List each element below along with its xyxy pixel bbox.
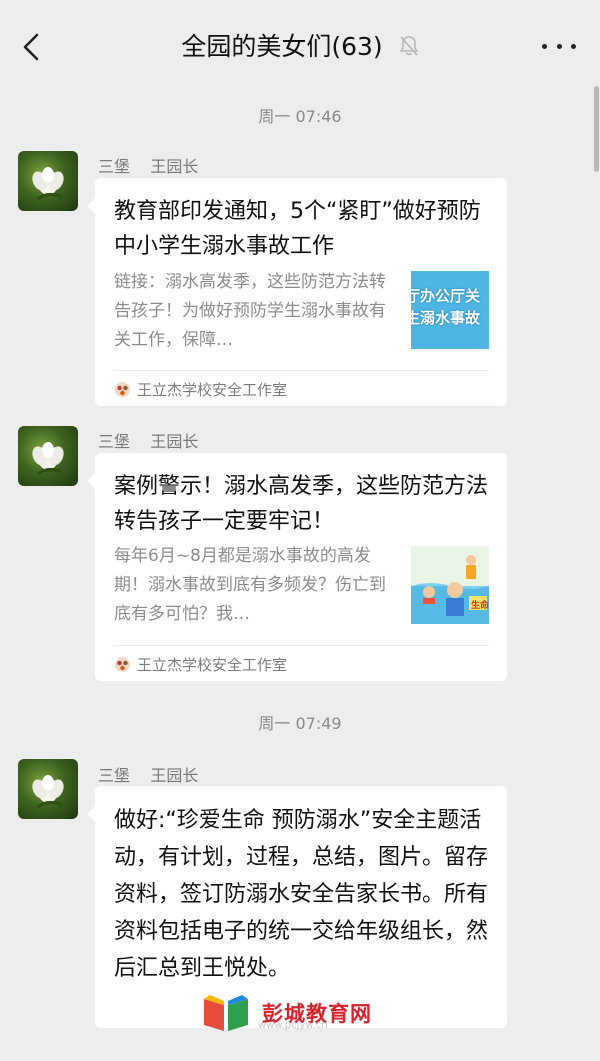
link-thumbnail: 厅办公厅关 生溺水事故 [411,271,489,349]
flower-avatar-image [32,442,64,476]
chat-title-wrap: 全园的美女们(63) [0,31,600,63]
timestamp: 周一 07:49 [258,714,342,733]
thumbnail-text: 厅办公厅关 生溺水事故 [411,287,481,327]
avatar[interactable] [18,759,78,819]
flower-avatar-image [32,167,64,201]
source-logo-icon [115,657,130,672]
open-book-logo-icon [204,995,248,1031]
sender-name: 三堡 王园长 [98,157,199,176]
chat-header: 全园的美女们(63) [0,0,600,94]
avatar[interactable] [18,151,78,211]
more-dots-icon [542,43,547,49]
sender-name: 三堡 王园长 [98,432,199,451]
drowning-safety-illustration [411,555,489,624]
link-source: 王立杰学校安全工作室 [114,379,287,400]
thumbnail-text: 生命 [471,601,489,611]
scrollbar[interactable] [594,86,599,172]
watermark: 彭城教育网 www.pcjyw.cn [200,990,400,1036]
link-card[interactable]: 案例警示！溺水高发季，这些防范方法转告孩子一定要牢记！ 每年6月~8月都是溺水事… [87,453,507,681]
timestamp: 周一 07:46 [258,107,342,126]
source-name: 王立杰学校安全工作室 [137,656,288,674]
sender-name: 三堡 王园长 [98,766,199,785]
chat-title: 全园的美女们(63) [181,32,383,61]
link-title: 教育部印发通知，5个“紧盯”做好预防中小学生溺水事故工作 [114,199,481,259]
bell-off-icon [399,36,419,56]
avatar[interactable] [18,426,78,486]
link-source: 王立杰学校安全工作室 [114,654,287,675]
link-description: 链接：溺水高发季，这些防范方法转告孩子！为做好预防学生溺水事故有关工作，保障… [114,272,386,350]
source-name: 王立杰学校安全工作室 [137,381,288,399]
link-title: 案例警示！溺水高发季，这些防范方法转告孩子一定要牢记！ [114,474,489,534]
more-options-button[interactable] [542,36,576,56]
link-description: 每年6月~8月都是溺水事故的高发期！溺水事故到底有多频发？伤亡到底有多可怕？我… [114,546,386,624]
flower-avatar-image [32,775,64,809]
message-text: 做好:“珍爱生命 预防溺水”安全主题活动，有计划，过程，总结，图片。留存资料，签… [114,808,489,981]
source-logo-icon [115,382,130,397]
watermark-url: www.pcjyw.cn [258,1020,328,1031]
link-thumbnail: 生命 [411,546,489,624]
link-card[interactable]: 教育部印发通知，5个“紧盯”做好预防中小学生溺水事故工作 链接：溺水高发季，这些… [87,178,507,406]
